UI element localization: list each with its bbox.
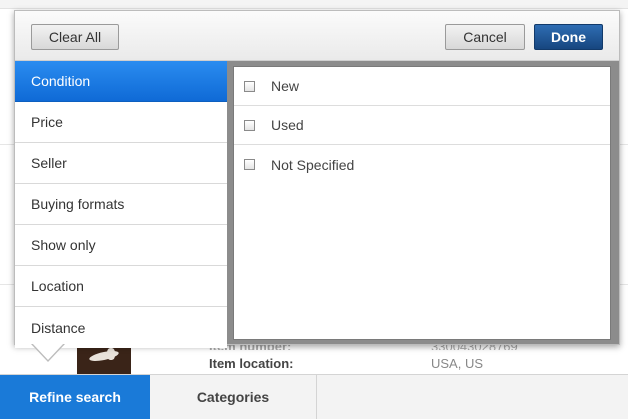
not-specified-checkbox[interactable]: [244, 159, 255, 170]
menu-item-seller[interactable]: Seller: [15, 143, 227, 184]
menu-item-distance[interactable]: Distance: [15, 307, 227, 348]
new-checkbox[interactable]: [244, 80, 255, 92]
menu-item-condition[interactable]: Condition: [15, 61, 227, 102]
menu-item-price[interactable]: Price: [15, 102, 227, 143]
refine-category-menu: Condition Price Seller Buying formats Sh…: [15, 61, 227, 348]
cancel-button[interactable]: Cancel: [445, 24, 525, 50]
option-label: New: [271, 78, 300, 94]
item-location-label: Item location:: [209, 356, 294, 371]
condition-options-panel: New Used Not Specified: [227, 61, 619, 344]
option-new[interactable]: New: [234, 67, 610, 106]
background-top-strip: [0, 0, 628, 9]
menu-item-show-only[interactable]: Show only: [15, 225, 227, 266]
categories-tab[interactable]: Categories: [150, 375, 317, 419]
done-button[interactable]: Done: [534, 24, 603, 50]
refine-popup: Clear All Cancel Done Condition Price Se…: [14, 10, 620, 348]
option-used[interactable]: Used: [234, 106, 610, 145]
clear-all-button[interactable]: Clear All: [31, 24, 119, 50]
item-location-value: USA, US: [431, 356, 484, 371]
used-checkbox[interactable]: [244, 119, 255, 131]
bottom-nav-bar: Refine search Categories: [0, 374, 628, 419]
option-label: Not Specified: [271, 156, 355, 173]
menu-item-buying-formats[interactable]: Buying formats: [15, 184, 227, 225]
popup-pointer-arrow-fill: [32, 343, 64, 360]
refine-search-tab[interactable]: Refine search: [0, 375, 150, 419]
condition-options-list: New Used Not Specified: [233, 66, 611, 340]
menu-item-location[interactable]: Location: [15, 266, 227, 307]
option-not-specified[interactable]: Not Specified: [234, 145, 610, 184]
popup-header: Clear All Cancel Done: [15, 11, 619, 61]
thumbnail-image-shape: [107, 348, 115, 360]
option-label: Used: [271, 117, 304, 133]
